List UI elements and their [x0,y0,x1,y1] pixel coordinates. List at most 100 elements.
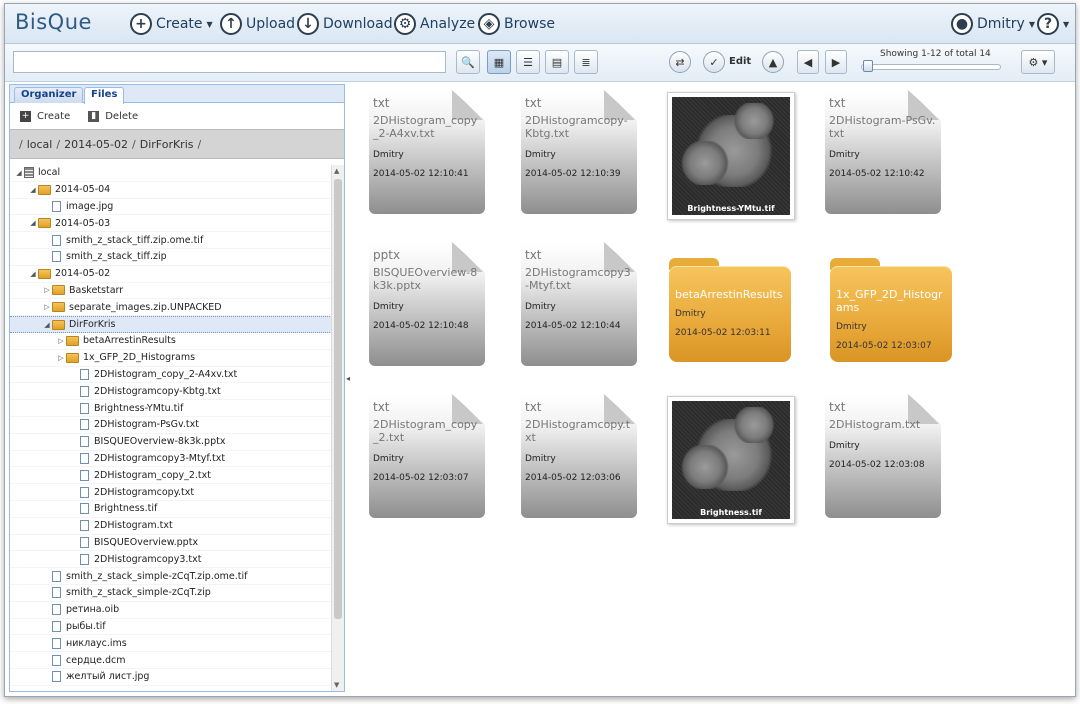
resource-card[interactable]: pptx BISQUEOverview-8k3k.pptx Dmitry 2014-0… [369,242,485,366]
breadcrumb-item[interactable]: 2014-05-02 [61,138,131,151]
prev-page-button[interactable]: ◀ [797,50,819,74]
tab-files[interactable]: Files [84,87,125,104]
search-button[interactable]: 🔍 [456,50,480,74]
browse-button[interactable]: ◈ Browse [478,12,555,36]
tree-node[interactable]: BISQUEOverview.pptx [10,535,332,552]
tree-node[interactable]: 2DHistogramcopy-Kbtg.txt [10,383,332,401]
view-cards-button[interactable]: ▤ [545,50,569,74]
tree-node[interactable]: ▷ betaArrestinResults [10,333,332,350]
tree-node[interactable]: smith_z_stack_tiff.zip.ome.tif [10,232,332,249]
resource-card[interactable]: txt 2DHistogramcopy.txt Dmitry 2014-05-02 1… [521,394,637,518]
expand-toggle-icon[interactable]: ◢ [28,219,38,227]
tree-node[interactable]: BISQUEOverview-8k3k.pptx [10,434,332,451]
owner-name: Dmitry [373,454,404,464]
brand-logo[interactable]: BisQue [15,10,92,34]
tree-node-label: 2014-05-02 [55,268,111,280]
view-list-button[interactable]: ☰ [516,50,540,74]
tree-node[interactable]: ◢ 2014-05-03 [10,215,332,233]
user-menu-button[interactable]: ● Dmitry ▼ [951,12,1035,36]
resource-card[interactable]: txt 2DHistogram_copy_2.txt Dmitry 2014-05-0… [369,394,485,518]
refresh-button[interactable]: ⇄ [669,51,691,73]
tree-node[interactable]: рыбы.tif [10,619,332,636]
list-view-icon: ☰ [523,55,533,69]
download-button[interactable]: ↓ Download [297,12,393,36]
tree-node[interactable]: 2DHistogram_copy_2.txt [10,467,332,485]
tree-node-label: DirForKris [69,319,116,331]
top-header: BisQue + Create ▼ ↑ Upload ↓ Download ⚙ … [5,4,1075,44]
tree-node[interactable]: ▷ Basketstarr [10,283,332,300]
tree-node[interactable]: 2DHistogram.txt [10,518,332,535]
upload-button[interactable]: ↑ Upload [220,12,295,36]
folder-icon [52,285,65,296]
created-date: 2014-05-02 12:10:42 [829,169,925,179]
tab-organizer[interactable]: Organizer [14,87,84,103]
view-details-button[interactable]: ≣ [574,50,598,74]
expand-toggle-icon[interactable]: ▷ [56,354,66,362]
expand-toggle-icon[interactable]: ▷ [42,286,52,294]
folder-card[interactable]: betaArrestinResults Dmitry 2014-05-02 12:0… [669,258,791,362]
tree-node[interactable]: Brightness-YMtu.tif [10,400,332,417]
tree-node[interactable]: 2DHistogramcopy3-Mtyf.txt [10,451,332,468]
tree-node[interactable]: ◢ local [10,165,332,182]
tree-scrollbar[interactable]: ▲ ▼ [331,165,344,691]
tree-node[interactable]: image.jpg [10,199,332,216]
scroll-down-icon[interactable]: ▼ [334,681,339,689]
expand-toggle-icon[interactable]: ▷ [42,303,52,311]
image-thumbnail[interactable]: Brightness-YMtu.tif [667,92,795,220]
edit-label[interactable]: Edit [729,56,751,67]
tree-node[interactable]: ◢ 2014-05-04 [10,182,332,199]
tree-node[interactable]: 2DHistogram-PsGv.txt [10,417,332,434]
tree-node[interactable]: никлаус.ims [10,635,332,653]
page-slider-track[interactable] [861,64,1001,70]
breadcrumb-item[interactable]: local [24,138,56,151]
expand-toggle-icon[interactable]: ◢ [42,321,52,329]
tree-node[interactable]: желтый лист.jpg [10,669,332,686]
trash-icon[interactable]: ▮ [88,110,100,122]
tree-node[interactable]: smith_z_stack_simple-zCqT.zip [10,585,332,602]
resource-card[interactable]: txt 2DHistogram_copy_2-A4xv.txt Dmitry 2014… [369,90,485,214]
settings-menu-button[interactable]: ⚙ ▾ [1021,50,1055,74]
tree-node[interactable]: smith_z_stack_simple-zCqT.zip.ome.tif [10,568,332,585]
scroll-up-icon[interactable]: ▲ [334,167,339,175]
edit-toggle-button[interactable]: ✓ [703,51,725,73]
view-thumbnails-button[interactable]: ▦ [487,50,511,74]
scroll-thumb[interactable] [334,179,342,619]
tree-node[interactable]: 2DHistogramcopy3.txt [10,551,332,569]
tree-node[interactable]: 2DHistogram_copy_2-A4xv.txt [10,367,332,384]
tree-node-label: smith_z_stack_tiff.zip.ome.tif [66,234,204,246]
tree-node[interactable]: сердце.dcm [10,652,332,669]
tree-node[interactable]: ▷ separate_images.zip.UNPACKED [10,299,332,317]
tree-node[interactable]: ◢ 2014-05-02 [10,266,332,283]
go-up-button[interactable]: ▲ [762,51,784,73]
resource-card[interactable]: txt 2DHistogramcopy3-Mtyf.txt Dmitry 2014-0… [521,242,637,366]
next-page-button[interactable]: ▶ [825,50,847,74]
tree-node[interactable]: ▷ 1x_GFP_2D_Histograms [10,350,332,367]
tree-node[interactable]: 2DHistogramcopy.txt [10,484,332,501]
create-folder-button[interactable]: Create [37,111,70,122]
expand-toggle-icon[interactable]: ▷ [56,337,66,345]
breadcrumb-item[interactable]: DirForKris [137,138,197,151]
create-menu-button[interactable]: + Create ▼ [130,12,213,36]
expand-toggle-icon[interactable]: ◢ [14,169,24,177]
analyze-button[interactable]: ⚙ Analyze [394,12,475,36]
search-input[interactable] [13,51,446,73]
tree-node[interactable]: Brightness.tif [10,501,332,518]
help-menu-button[interactable]: ? ▼ [1037,12,1069,36]
expand-toggle-icon[interactable]: ◢ [28,186,38,194]
delete-button[interactable]: Delete [105,111,138,122]
image-thumbnail[interactable]: Brightness.tif [667,396,795,524]
expand-toggle-icon[interactable]: ◢ [28,270,38,278]
resource-card[interactable]: txt 2DHistogramcopy-Kbtg.txt Dmitry 2014-05… [521,90,637,214]
resource-card[interactable]: txt 2DHistogram.txt Dmitry 2014-05-02 12:03… [825,394,941,518]
tree-node[interactable]: smith_z_stack_tiff.zip [10,249,332,266]
resource-card[interactable]: txt 2DHistogram-PsGv.txt Dmitry 2014-05-02 … [825,90,941,214]
folder-card[interactable]: 1x_GFP_2D_Histograms Dmitry 2014-05-02 12:… [830,258,952,362]
tree-node[interactable]: ретина.oib [10,602,332,619]
create-folder-icon[interactable]: + [20,110,31,122]
tree-node-label: ретина.oib [66,604,120,616]
tree-node[interactable]: ◢ DirForKris [10,316,332,333]
app-window: BisQue + Create ▼ ↑ Upload ↓ Download ⚙ … [4,3,1076,697]
panel-collapse-handle[interactable]: ◂ [346,374,352,394]
page-slider-thumb[interactable] [863,60,873,72]
tree-node-label: 2DHistogramcopy3-Mtyf.txt [94,452,226,464]
